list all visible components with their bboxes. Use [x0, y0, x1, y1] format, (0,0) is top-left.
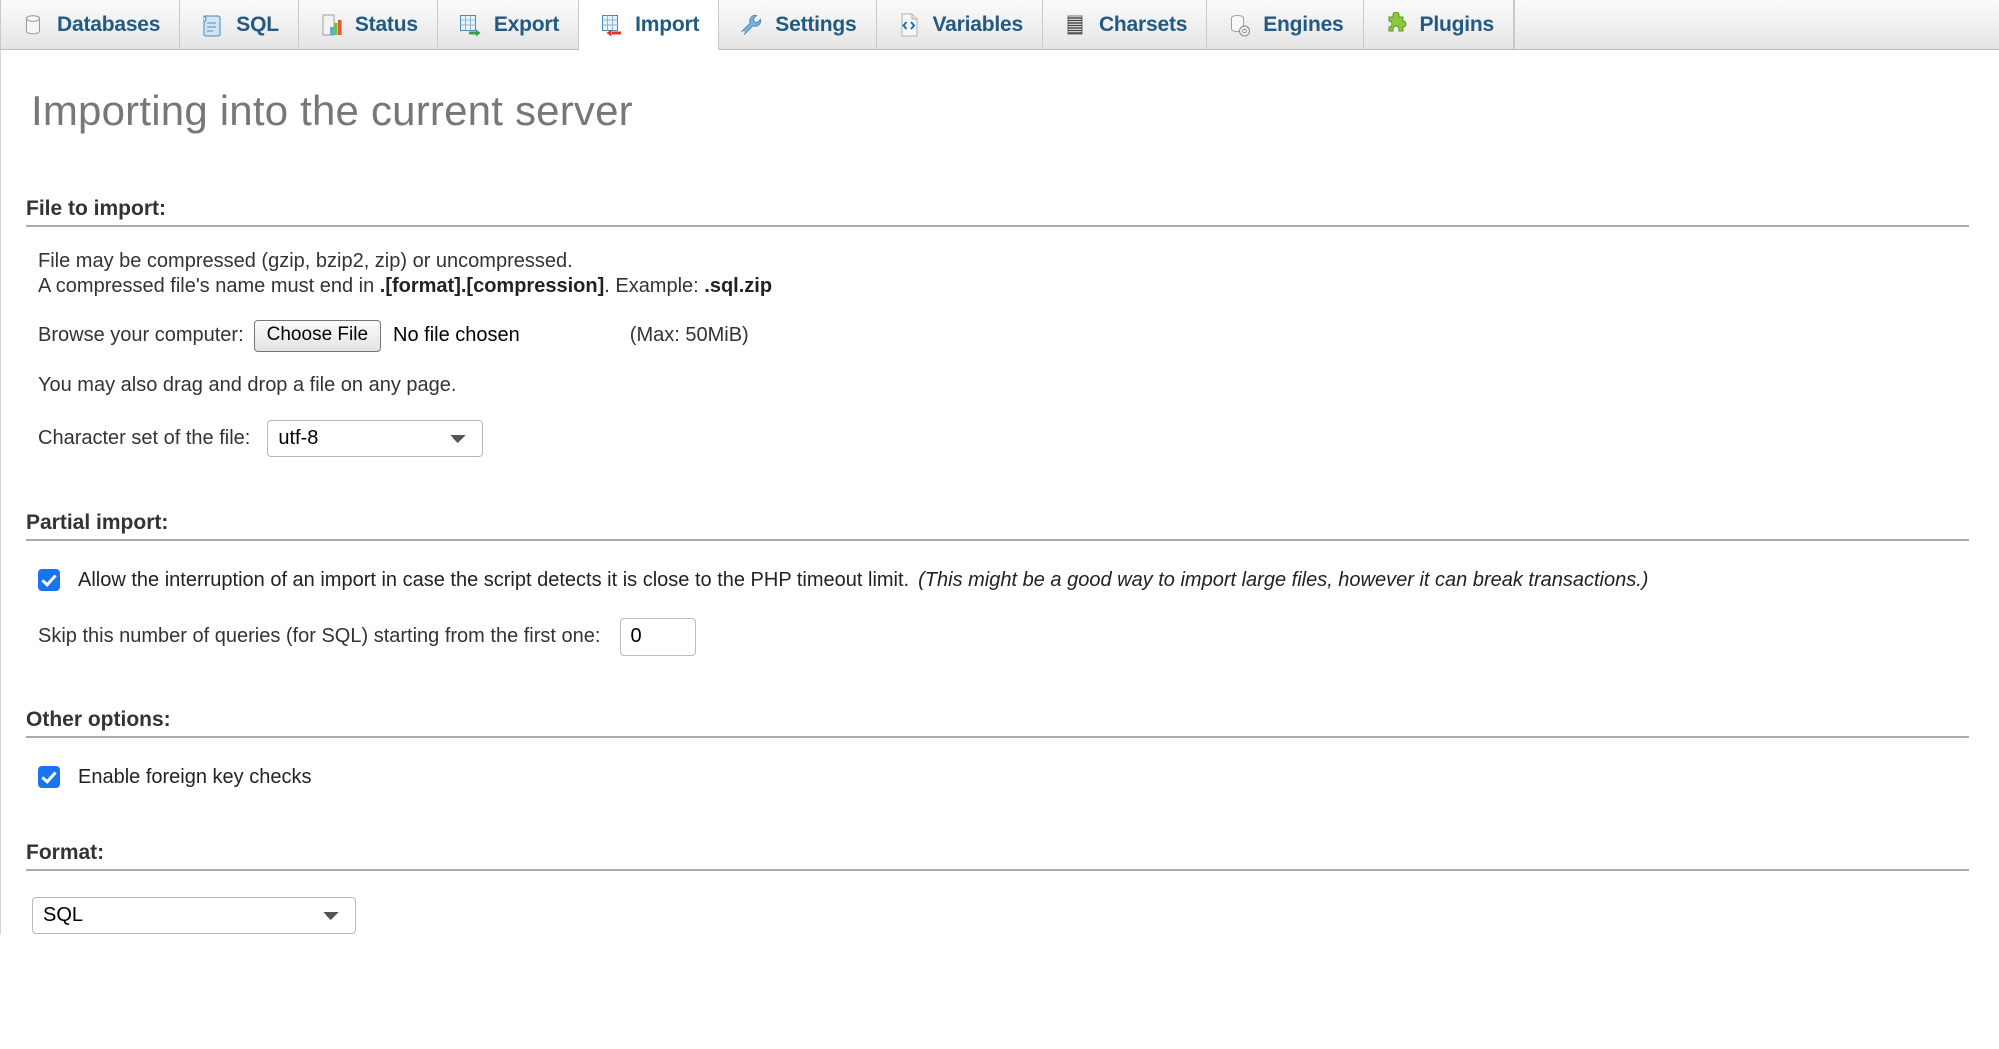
- section-heading-partial-import: Partial import:: [26, 511, 1969, 541]
- tab-label: Import: [635, 12, 700, 36]
- browse-label: Browse your computer:: [38, 324, 244, 347]
- tab-label: Engines: [1263, 12, 1344, 36]
- file-input[interactable]: Choose File No file chosen: [253, 320, 520, 352]
- allow-interrupt-row: Allow the interruption of an import in c…: [0, 569, 1999, 592]
- allow-interrupt-label: Allow the interruption of an import in c…: [78, 568, 910, 591]
- section-heading-file-to-import: File to import:: [26, 197, 1969, 227]
- allow-interrupt-checkbox[interactable]: [38, 569, 60, 592]
- choose-file-button[interactable]: Choose File: [253, 320, 382, 352]
- desc-line-2: A compressed file's name must end in .[f…: [38, 274, 1999, 299]
- export-icon: [457, 12, 483, 38]
- charset-row: Character set of the file: utf-8: [0, 419, 1999, 457]
- drag-drop-note: You may also drag and drop a file on any…: [38, 373, 457, 396]
- section-format: Format: SQL: [0, 841, 1999, 934]
- import-page-content: Importing into the current server File t…: [0, 50, 1999, 934]
- section-heading-other-options: Other options:: [26, 708, 1969, 738]
- main-tab-bar: Databases SQL Status Export Import Setti…: [0, 0, 1999, 50]
- desc-line-2-mid: . Example:: [604, 275, 705, 297]
- plugins-icon: [1383, 11, 1409, 38]
- allow-interrupt-note: (This might be a good way to import larg…: [918, 568, 1649, 591]
- section-other-options: Other options: Enable foreign key checks: [0, 708, 1999, 789]
- engines-icon: [1226, 12, 1252, 38]
- desc-line-2-pre: A compressed file's name must end in: [38, 275, 380, 297]
- import-icon: [598, 12, 624, 38]
- browse-file-row: Browse your computer: Choose File No fil…: [0, 320, 1999, 352]
- desc-line-1: File may be compressed (gzip, bzip2, zip…: [38, 250, 573, 272]
- skip-queries-input[interactable]: [620, 617, 697, 656]
- charsets-icon: [1062, 12, 1088, 38]
- code-file-icon: [896, 12, 922, 38]
- charset-select[interactable]: utf-8: [267, 419, 484, 457]
- wrench-icon: [738, 12, 764, 38]
- format-select[interactable]: SQL: [32, 896, 356, 934]
- tab-label: SQL: [236, 12, 279, 36]
- tab-plugins[interactable]: Plugins: [1363, 0, 1514, 49]
- tab-engines[interactable]: Engines: [1207, 0, 1364, 49]
- tab-import[interactable]: Import: [579, 0, 720, 50]
- tab-charsets[interactable]: Charsets: [1042, 0, 1208, 49]
- page-title: Importing into the current server: [31, 87, 633, 134]
- tab-label: Status: [354, 12, 418, 36]
- skip-queries-label: Skip this number of queries (for SQL) st…: [38, 625, 601, 648]
- section-file-to-import: File to import: File may be compressed (…: [0, 197, 1999, 457]
- section-partial-import: Partial import: Allow the interruption o…: [0, 511, 1999, 656]
- tab-label: Charsets: [1098, 12, 1188, 36]
- tab-status[interactable]: Status: [298, 0, 438, 49]
- tab-settings[interactable]: Settings: [719, 0, 877, 49]
- tab-sql[interactable]: SQL: [180, 0, 299, 49]
- sql-scroll-icon: [199, 12, 225, 38]
- tab-label: Export: [493, 12, 560, 36]
- tab-variables[interactable]: Variables: [876, 0, 1043, 49]
- foreign-key-checks-checkbox[interactable]: [38, 766, 60, 789]
- tab-label: Settings: [775, 12, 857, 36]
- file-format-description: File may be compressed (gzip, bzip2, zip…: [0, 249, 1999, 299]
- charset-label: Character set of the file:: [38, 426, 251, 449]
- format-row: SQL: [0, 896, 1999, 934]
- database-icon: [20, 12, 46, 38]
- desc-format-token: .[format].[compression]: [379, 275, 605, 297]
- section-heading-format: Format:: [26, 841, 1969, 871]
- foreign-key-row: Enable foreign key checks: [0, 766, 1999, 789]
- foreign-key-checks-label: Enable foreign key checks: [78, 765, 312, 788]
- skip-queries-row: Skip this number of queries (for SQL) st…: [0, 617, 1999, 656]
- tab-export[interactable]: Export: [437, 0, 580, 49]
- status-chart-icon: [318, 12, 344, 38]
- tab-label: Plugins: [1419, 12, 1495, 36]
- tab-label: Databases: [57, 12, 161, 36]
- no-file-chosen-text: No file chosen: [393, 324, 520, 347]
- tab-label: Variables: [932, 12, 1024, 36]
- max-upload-size: (Max: 50MiB): [629, 324, 749, 347]
- tab-bar-filler: [1514, 0, 1999, 49]
- tab-databases[interactable]: Databases: [0, 0, 181, 49]
- desc-example-token: .sql.zip: [704, 275, 773, 297]
